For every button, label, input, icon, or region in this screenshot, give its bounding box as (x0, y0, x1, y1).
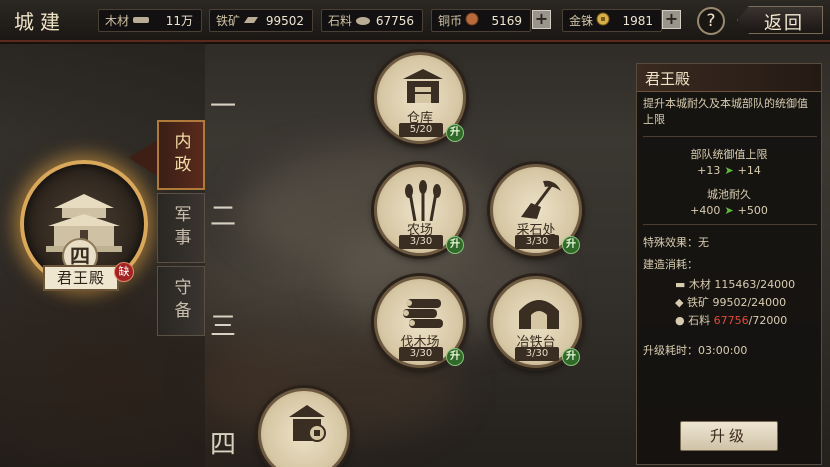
resource-gold: 金铢 1981 (562, 9, 662, 32)
resource-label: 石料 (328, 14, 353, 28)
stat-to: +14 (737, 164, 761, 177)
panel-description: 提升本城耐久及本城部队的统御值上限 (643, 97, 808, 126)
add-gold-button[interactable]: + (662, 10, 681, 29)
building-level: 3/30 (515, 347, 559, 361)
resource-label: 铜币 (438, 14, 463, 28)
building-level: 3/30 (399, 347, 443, 361)
back-label: 返回 (764, 13, 804, 34)
upgrade-button[interactable]: 升 (446, 236, 464, 254)
add-copper-button[interactable]: + (532, 10, 551, 29)
tab-domestic[interactable]: 内政 (129, 120, 205, 190)
cost-need: /24000 (747, 296, 787, 309)
building-level: 3/30 (515, 235, 559, 249)
resource-stone: 石料 67756 (321, 9, 423, 32)
building-level: 5/20 (399, 123, 443, 137)
stat-change: +13 ➤ +14 (637, 164, 821, 177)
cost-row: ◆ 铁矿 99502/24000 (675, 294, 786, 310)
page-title: 城建 (14, 10, 66, 34)
stone-icon (355, 14, 371, 28)
iron-icon (243, 14, 259, 28)
cost-have: 67756 (713, 314, 749, 327)
keep-name: 君王殿 (43, 265, 119, 291)
resource-iron: 铁矿 99502 (209, 9, 313, 32)
panel-title: 君王殿 (645, 70, 691, 88)
help-button[interactable]: ? (697, 7, 725, 35)
city-build-screen: 城建 木材 11万 铁矿 99502 石料 67756 铜币 5169 + 金铢… (0, 0, 830, 467)
stat-from: +13 (697, 164, 721, 177)
wheat-icon (405, 180, 441, 221)
special-effect: 特殊效果：无 (643, 236, 709, 249)
cost-name: 石料 (688, 314, 711, 327)
iron-icon: ◆ (675, 296, 684, 309)
resource-copper: 铜币 5169 (431, 9, 531, 32)
resource-label: 木材 (105, 14, 130, 28)
resource-value: 11万 (165, 14, 193, 28)
cost-have: 99502 (712, 296, 748, 309)
logs-icon (403, 299, 443, 328)
cost-need: /72000 (748, 314, 788, 327)
furnace-icon (519, 300, 559, 329)
cost-row: ● 石料 67756/72000 (675, 312, 787, 328)
stat-from: +400 (690, 204, 721, 217)
cost-row: ▬ 木材 115463/24000 (675, 276, 795, 292)
arrow-right-icon: ➤ (724, 164, 734, 177)
cost-label: 建造消耗： (643, 258, 698, 271)
wood-icon: ▬ (675, 278, 686, 291)
resource-value: 1981 (622, 13, 653, 28)
stone-icon: ● (675, 314, 685, 327)
cost-need: /24000 (756, 278, 796, 291)
tier-label: 一 (210, 92, 239, 122)
shortage-badge: 缺 (114, 262, 134, 282)
wood-icon (132, 14, 150, 28)
upgrade-main-button[interactable]: 升级 (680, 421, 778, 451)
tier-label: 二 (210, 202, 239, 232)
resource-label: 铁矿 (216, 14, 241, 28)
stat-label: 城池耐久 (707, 188, 751, 201)
upgrade-time: 升级耗时：03:00:00 (643, 344, 748, 357)
resource-value: 67756 (375, 13, 414, 28)
upgrade-button[interactable]: 升 (562, 236, 580, 254)
tab-military[interactable]: 军事 (157, 193, 205, 263)
back-button[interactable]: 返回 (737, 6, 823, 34)
stat-label: 部队统御值上限 (690, 148, 768, 161)
upgrade-button[interactable]: 升 (562, 348, 580, 366)
warehouse-icon (403, 69, 443, 103)
copper-coin-icon (465, 12, 479, 29)
arrow-right-icon: ➤ (724, 204, 734, 217)
upgrade-button[interactable]: 升 (446, 348, 464, 366)
cost-have: 115463 (714, 278, 757, 291)
upgrade-button[interactable]: 升 (446, 124, 464, 142)
panel-header: 君王殿 (637, 64, 821, 92)
mint-icon (289, 405, 326, 442)
cost-name: 铁矿 (686, 296, 709, 309)
tier-label: 三 (210, 312, 239, 342)
gold-coin-icon (596, 12, 610, 29)
cost-name: 木材 (688, 278, 711, 291)
stat-to: +500 (737, 204, 768, 217)
stat-change: +400 ➤ +500 (637, 204, 821, 217)
divider (643, 224, 817, 225)
pickaxe-icon (521, 180, 561, 219)
tier-label: 四 (210, 430, 239, 460)
building-level: 3/30 (399, 235, 443, 249)
building-info-panel: 君王殿 提升本城耐久及本城部队的统御值上限 部队统御值上限 +13 ➤ +14 城池… (636, 63, 822, 465)
resource-label: 金铢 (569, 14, 594, 28)
resource-value: 99502 (265, 13, 304, 28)
resource-value: 5169 (491, 13, 522, 28)
divider (643, 136, 817, 137)
tab-defense[interactable]: 守备 (157, 266, 205, 336)
resource-wood: 木材 11万 (98, 9, 202, 32)
top-bar: 城建 木材 11万 铁矿 99502 石料 67756 铜币 5169 + 金铢… (0, 0, 830, 42)
